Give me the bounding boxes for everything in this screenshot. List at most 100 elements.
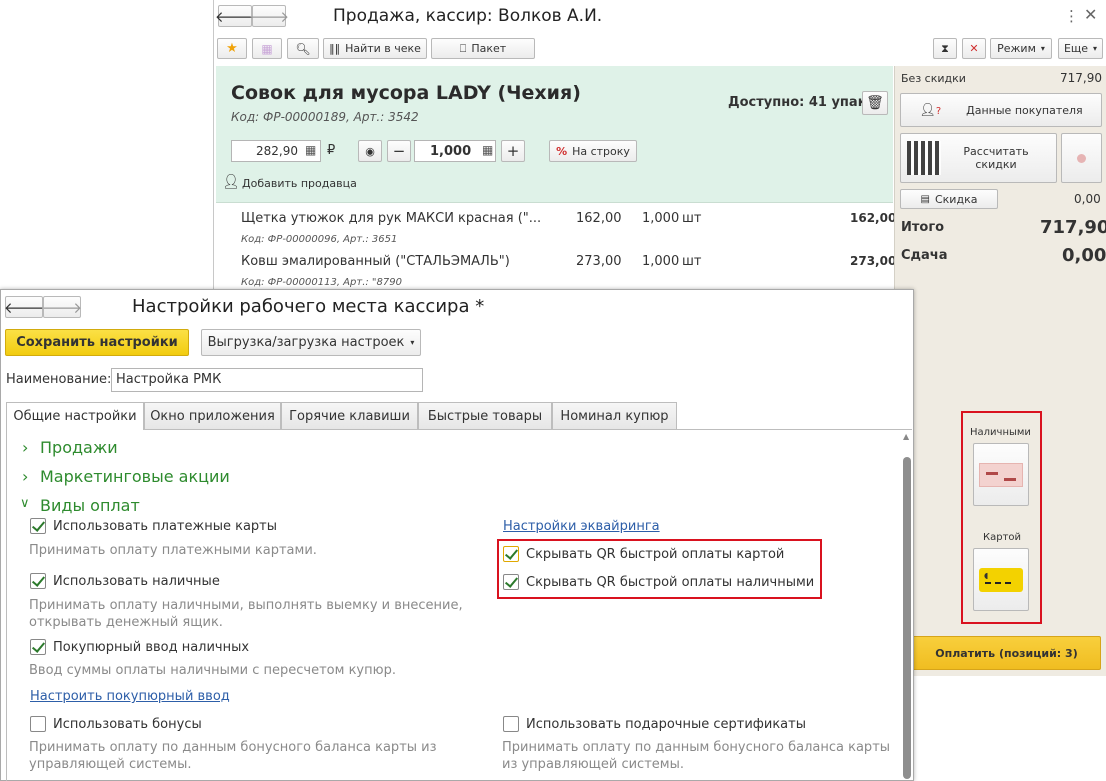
favorite-button[interactable]: ★ [217,38,247,59]
forward-button[interactable]: 🡒 [249,5,289,27]
chevron-down-icon[interactable]: ∨ [20,496,30,511]
chevron-down-icon: ▾ [1040,44,1045,53]
discount-icon: ▤ [920,193,930,205]
hide-qr-cash-checkbox[interactable] [503,574,519,590]
scrollbar-up-icon[interactable]: ▲ [903,432,909,441]
pay-cash-button[interactable] [973,443,1029,506]
increase-quantity-button[interactable]: + [501,140,525,162]
hide-qr-cash-label: Скрывать QR быстрой оплаты наличными [526,575,815,590]
hide-qr-card-label: Скрывать QR быстрой оплаты картой [526,547,785,562]
qr-code-icon [907,141,941,175]
use-bonuses-checkbox[interactable] [30,716,46,732]
tab-hotkeys[interactable]: Горячие клавиши [281,402,418,429]
x-icon: ✕ [969,42,979,55]
calc-discounts-button[interactable]: Рассчитать скидки [900,133,1057,183]
cancel-button[interactable]: ✕ [962,38,986,59]
use-cards-checkbox[interactable] [30,518,46,534]
delete-button[interactable]: 🗑︎ [862,91,888,115]
list-item-sum: 162,00 [850,211,897,225]
list-item-sum: 273,00 [850,254,897,268]
settings-forward-button[interactable]: 🡒 [42,296,82,318]
use-cards-desc: Принимать оплату платежными картами. [29,543,317,558]
use-gift-certs-label: Использовать подарочные сертификаты [526,717,806,732]
list-item-name[interactable]: Щетка утюжок для рук МАКСИ красная ("... [241,211,541,226]
bill-input-link[interactable]: Настроить покупюрный ввод [30,689,230,704]
name-field[interactable]: Настройка РМК [111,368,423,392]
bag-icon: ⎕ [459,41,467,55]
group-marketing[interactable]: Маркетинговые акции [40,467,230,486]
search-button[interactable]: 🔍︎ [287,38,319,59]
tab-app-window[interactable]: Окно приложения [144,402,281,429]
discount-indicator-button[interactable] [1061,133,1102,183]
close-icon[interactable]: ✕ [1084,5,1097,24]
eye-icon: ◉ [365,144,375,158]
buyer-data-button[interactable]: 👤︎? Данные покупателя [900,93,1102,127]
save-settings-button[interactable]: Сохранить настройки [5,329,189,356]
product-code: Код: ФР-00000189, Арт.: 3542 [231,110,419,124]
hourglass-button[interactable]: ⧗ [933,38,957,59]
barcode-icon: ‖‖ [329,42,341,55]
discount-button[interactable]: ▤ Скидка [900,189,998,209]
discount-value: 0,00 [1074,192,1101,206]
menu-dots-icon[interactable]: ⋮ [1064,7,1079,25]
use-bonuses-desc: Принимать оплату по данным бонусного бал… [29,740,437,772]
tab-active-mask [7,428,143,431]
settings-back-button[interactable]: 🡐 [4,296,44,318]
hide-qr-card-checkbox[interactable] [503,546,519,562]
mode-dropdown[interactable]: Режим ▾ [990,38,1052,59]
product-name: Совок для мусора LADY (Чехия) [231,82,581,104]
bill-input-label: Покупюрный ввод наличных [53,640,250,655]
use-bonuses-label: Использовать бонусы [53,717,202,732]
package-button[interactable]: ⎕ Пакет [431,38,535,59]
person-icon: 👤︎ [222,174,240,190]
percent-icon: % [556,144,568,158]
add-seller-link[interactable]: Добавить продавца [242,177,357,190]
chevron-down-icon: ▾ [1093,44,1098,53]
cash-label: Наличными [970,427,1031,438]
more-dropdown[interactable]: Еще ▾ [1058,38,1103,59]
calculator-icon[interactable]: ▦ [305,143,316,157]
name-label: Наименование: [6,372,112,387]
list-item-unit: шт [682,211,702,226]
use-gift-certs-checkbox[interactable] [503,716,519,732]
group-payment-types[interactable]: Виды оплат [40,496,140,515]
change-label: Сдача [901,248,948,263]
chevron-down-icon: ▾ [410,338,415,347]
acquiring-settings-link[interactable]: Настройки эквайринга [503,519,660,534]
bill-input-checkbox[interactable] [30,639,46,655]
calculator-icon[interactable]: ▦ [482,143,493,157]
pay-button[interactable]: Оплатить (позиций: 3) [912,636,1101,670]
list-item-price: 162,00 [576,211,622,226]
pay-card-button[interactable]: ◖ [973,548,1029,611]
list-item-qty: 1,000 [642,211,680,226]
star-icon: ★ [226,41,238,56]
scrollbar-thumb[interactable] [903,457,911,779]
to-line-button[interactable]: % На строку [549,140,637,162]
list-item-unit: шт [682,254,702,269]
circle-icon [1077,153,1086,163]
group-sales[interactable]: Продажи [40,438,118,457]
grid-button[interactable]: ▦ [252,38,282,59]
total-value: 717,90 [1040,217,1106,238]
no-discount-value: 717,90 [1060,71,1102,85]
find-in-receipt-button[interactable]: ‖‖ Найти в чеке [323,38,427,59]
use-cash-desc: Принимать оплату наличными, выполнять вы… [29,598,463,630]
chevron-right-icon[interactable]: › [22,438,28,457]
banknote-icon [979,462,1023,487]
export-import-dropdown[interactable]: Выгрузка/загрузка настроек ▾ [201,329,421,356]
visibility-button[interactable]: ◉ [358,140,382,162]
trash-icon: 🗑︎ [866,95,884,111]
use-cards-label: Использовать платежные карты [53,519,278,534]
back-button[interactable]: 🡐 [215,5,255,27]
search-icon: 🔍︎ [295,41,311,56]
chevron-right-icon[interactable]: › [22,467,28,486]
tab-quick-goods[interactable]: Быстрые товары [418,402,552,429]
card-label: Картой [983,532,1022,543]
use-cash-checkbox[interactable] [30,573,46,589]
decrease-quantity-button[interactable]: − [387,140,411,162]
list-item-name[interactable]: Ковш эмалированный ("СТАЛЬЭМАЛЬ") [241,254,510,269]
tab-general[interactable]: Общие настройки [6,402,144,430]
currency-label: ₽ [327,143,336,158]
settings-title: Настройки рабочего места кассира * [132,296,485,317]
tab-denominations[interactable]: Номинал купюр [552,402,677,429]
